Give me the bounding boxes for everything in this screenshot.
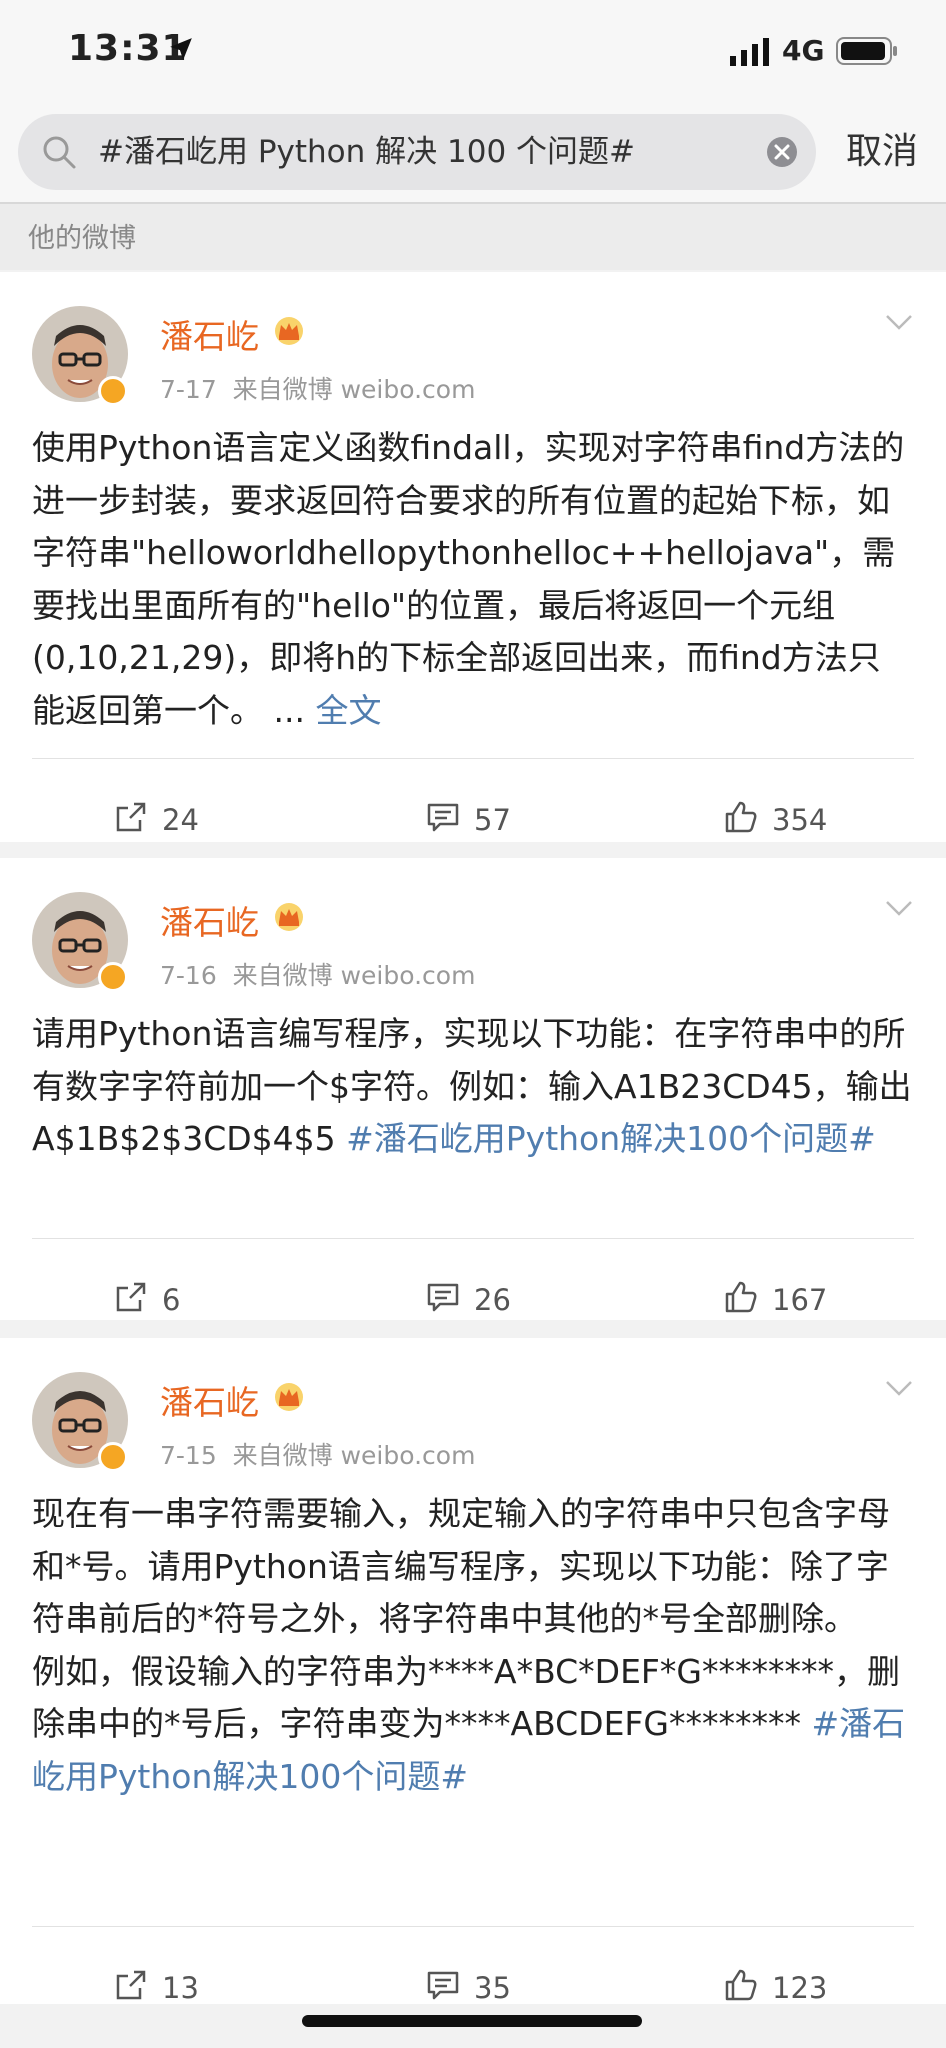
comment-icon — [426, 1280, 474, 1321]
status-bar: 13:31 4G — [0, 0, 946, 108]
vip-crown-icon — [272, 902, 306, 932]
author-name[interactable]: 潘石屹 — [160, 310, 259, 358]
comment-icon — [426, 800, 474, 841]
post-meta: 7-17 来自微博 weibo.com — [160, 370, 475, 406]
verified-badge-icon — [98, 1442, 128, 1472]
like-count: 123 — [772, 1971, 828, 2005]
like-icon — [724, 1280, 772, 1321]
post-card[interactable]: 潘石屹 7-15 来自微博 weibo.com 现在有一串字符需要输入，规定输入… — [0, 1338, 946, 2005]
clear-icon[interactable] — [766, 136, 798, 168]
author-name[interactable]: 潘石屹 — [160, 1376, 259, 1424]
vip-crown-icon — [272, 316, 306, 346]
comment-button[interactable]: 26 — [426, 1280, 511, 1320]
like-button[interactable]: 123 — [724, 1968, 827, 2008]
network-type: 4G — [782, 34, 825, 67]
post-link[interactable]: 全文 — [315, 691, 381, 730]
post-source: 来自微博 weibo.com — [232, 375, 476, 404]
like-icon — [724, 1968, 772, 2009]
comment-count: 26 — [474, 1283, 511, 1317]
like-button[interactable]: 167 — [724, 1280, 827, 1320]
repost-button[interactable]: 6 — [114, 1280, 180, 1320]
verified-badge-icon — [98, 962, 128, 992]
post-text: 现在有一串字符需要输入，规定输入的字符串中只包含字母和*号。请用Python语言… — [32, 1494, 900, 1743]
author-name[interactable]: 潘石屹 — [160, 896, 259, 944]
verified-badge-icon — [98, 376, 128, 406]
like-icon — [724, 800, 772, 841]
post-source: 来自微博 weibo.com — [232, 961, 476, 990]
signal-strength-icon — [730, 38, 769, 66]
section-label: 他的微博 — [28, 223, 136, 254]
post-meta: 7-16 来自微博 weibo.com — [160, 956, 475, 992]
repost-count: 24 — [162, 803, 199, 837]
search-input[interactable]: #潘石屹用 Python 解决 100 个问题# — [98, 114, 768, 190]
search-field[interactable]: #潘石屹用 Python 解决 100 个问题# — [18, 114, 816, 190]
cancel-button[interactable]: 取消 — [846, 122, 918, 174]
post-card[interactable]: 潘石屹 7-16 来自微博 weibo.com 请用Python语言编写程序，实… — [0, 858, 946, 1320]
post-date: 7-16 — [160, 961, 217, 990]
repost-icon — [114, 1280, 162, 1321]
post-card[interactable]: 潘石屹 7-17 来自微博 weibo.com 使用Python语言定义函数fi… — [0, 272, 946, 842]
post-body[interactable]: 使用Python语言定义函数findall，实现对字符串find方法的进一步封装… — [32, 422, 912, 737]
comment-count: 57 — [474, 803, 511, 837]
comment-count: 35 — [474, 1971, 511, 2005]
home-indicator[interactable] — [302, 2015, 642, 2027]
post-body[interactable]: 现在有一串字符需要输入，规定输入的字符串中只包含字母和*号。请用Python语言… — [32, 1488, 912, 1803]
chevron-down-icon[interactable] — [884, 1378, 914, 1398]
post-text: 使用Python语言定义函数findall，实现对字符串find方法的进一步封装… — [32, 428, 905, 730]
post-link[interactable]: #潘石屹用Python解决100个问题# — [346, 1119, 876, 1158]
post-date: 7-17 — [160, 375, 217, 404]
comment-button[interactable]: 57 — [426, 800, 511, 840]
search-bar: #潘石屹用 Python 解决 100 个问题# 取消 — [0, 108, 946, 204]
repost-button[interactable]: 13 — [114, 1968, 199, 2008]
post-body[interactable]: 请用Python语言编写程序，实现以下功能：在字符串中的所有数字字符前加一个$字… — [32, 1008, 912, 1166]
post-date: 7-15 — [160, 1441, 217, 1470]
like-button[interactable]: 354 — [724, 800, 827, 840]
divider — [32, 758, 914, 759]
repost-count: 13 — [162, 1971, 199, 2005]
post-source: 来自微博 weibo.com — [232, 1441, 476, 1470]
repost-icon — [114, 800, 162, 841]
repost-count: 6 — [162, 1283, 181, 1317]
repost-button[interactable]: 24 — [114, 800, 199, 840]
section-header: 他的微博 — [0, 204, 946, 270]
post-meta: 7-15 来自微博 weibo.com — [160, 1436, 475, 1472]
search-icon — [43, 136, 76, 169]
divider — [32, 1238, 914, 1239]
divider — [32, 1926, 914, 1927]
comment-button[interactable]: 35 — [426, 1968, 511, 2008]
chevron-down-icon[interactable] — [884, 898, 914, 918]
comment-icon — [426, 1968, 474, 2009]
vip-crown-icon — [272, 1382, 306, 1412]
location-arrow-icon — [170, 38, 192, 60]
like-count: 167 — [772, 1283, 828, 1317]
like-count: 354 — [772, 803, 828, 837]
battery-icon — [836, 37, 897, 65]
repost-icon — [114, 1968, 162, 2009]
chevron-down-icon[interactable] — [884, 312, 914, 332]
